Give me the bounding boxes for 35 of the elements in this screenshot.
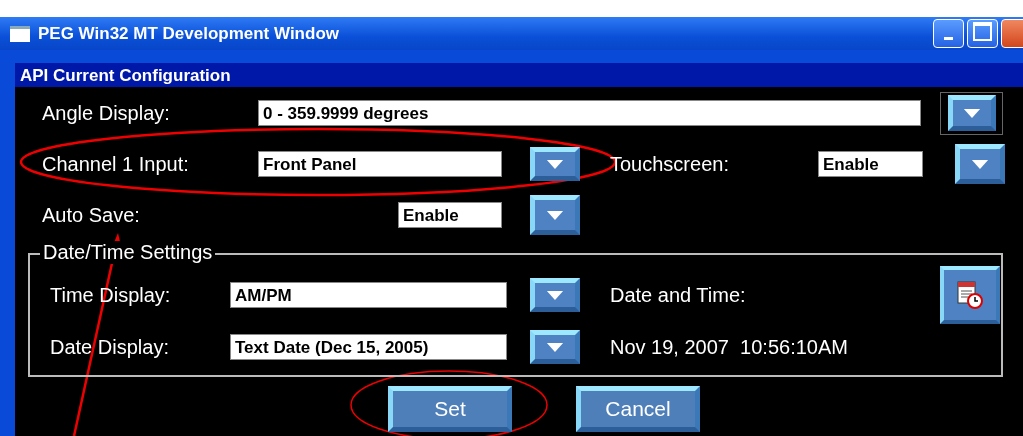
- field-label: Channel 1 Input:: [42, 152, 190, 176]
- group-title: Date/Time Settings: [40, 241, 216, 264]
- dropdown-button[interactable]: [947, 95, 996, 131]
- date-time-value: Nov 19, 2007 10:56:10AM: [610, 335, 848, 359]
- maximize-button[interactable]: [967, 19, 998, 48]
- field-label: Auto Save:: [42, 203, 141, 227]
- field-label: Date and Time:: [610, 283, 747, 307]
- close-button[interactable]: [1001, 19, 1023, 48]
- caret-icon: [546, 289, 564, 301]
- text-field[interactable]: Enable: [398, 202, 502, 228]
- dropdown-button[interactable]: [955, 144, 1005, 184]
- field-label: Angle Display:: [42, 101, 171, 125]
- dropdown-button[interactable]: [530, 330, 580, 364]
- caret-icon: [971, 158, 989, 170]
- caret-icon: [546, 209, 564, 221]
- window-title: PEG Win32 MT Development Window: [38, 23, 340, 44]
- action-button[interactable]: Cancel: [576, 386, 700, 432]
- text-field[interactable]: AM/PM: [230, 282, 507, 308]
- text-field[interactable]: Enable: [818, 151, 923, 177]
- dropdown-button[interactable]: [530, 147, 580, 181]
- dropdown-button[interactable]: [530, 278, 580, 312]
- text-field[interactable]: Front Panel: [258, 151, 502, 177]
- text-field[interactable]: 0 - 359.9999 degrees: [258, 100, 921, 126]
- field-label: Date Display:: [50, 335, 170, 359]
- caret-icon: [546, 341, 564, 353]
- caret-icon: [962, 107, 981, 119]
- calendar-button[interactable]: [940, 266, 1000, 324]
- text-field[interactable]: Text Date (Dec 15, 2005): [230, 334, 507, 360]
- action-button[interactable]: Set: [388, 386, 512, 432]
- window-icon: [10, 25, 30, 42]
- caret-icon: [546, 158, 564, 170]
- minimize-button[interactable]: [933, 19, 964, 48]
- calendar-clock-icon: [955, 280, 985, 310]
- dropdown-button[interactable]: [530, 195, 580, 235]
- panel-title: API Current Configuration: [15, 63, 1023, 87]
